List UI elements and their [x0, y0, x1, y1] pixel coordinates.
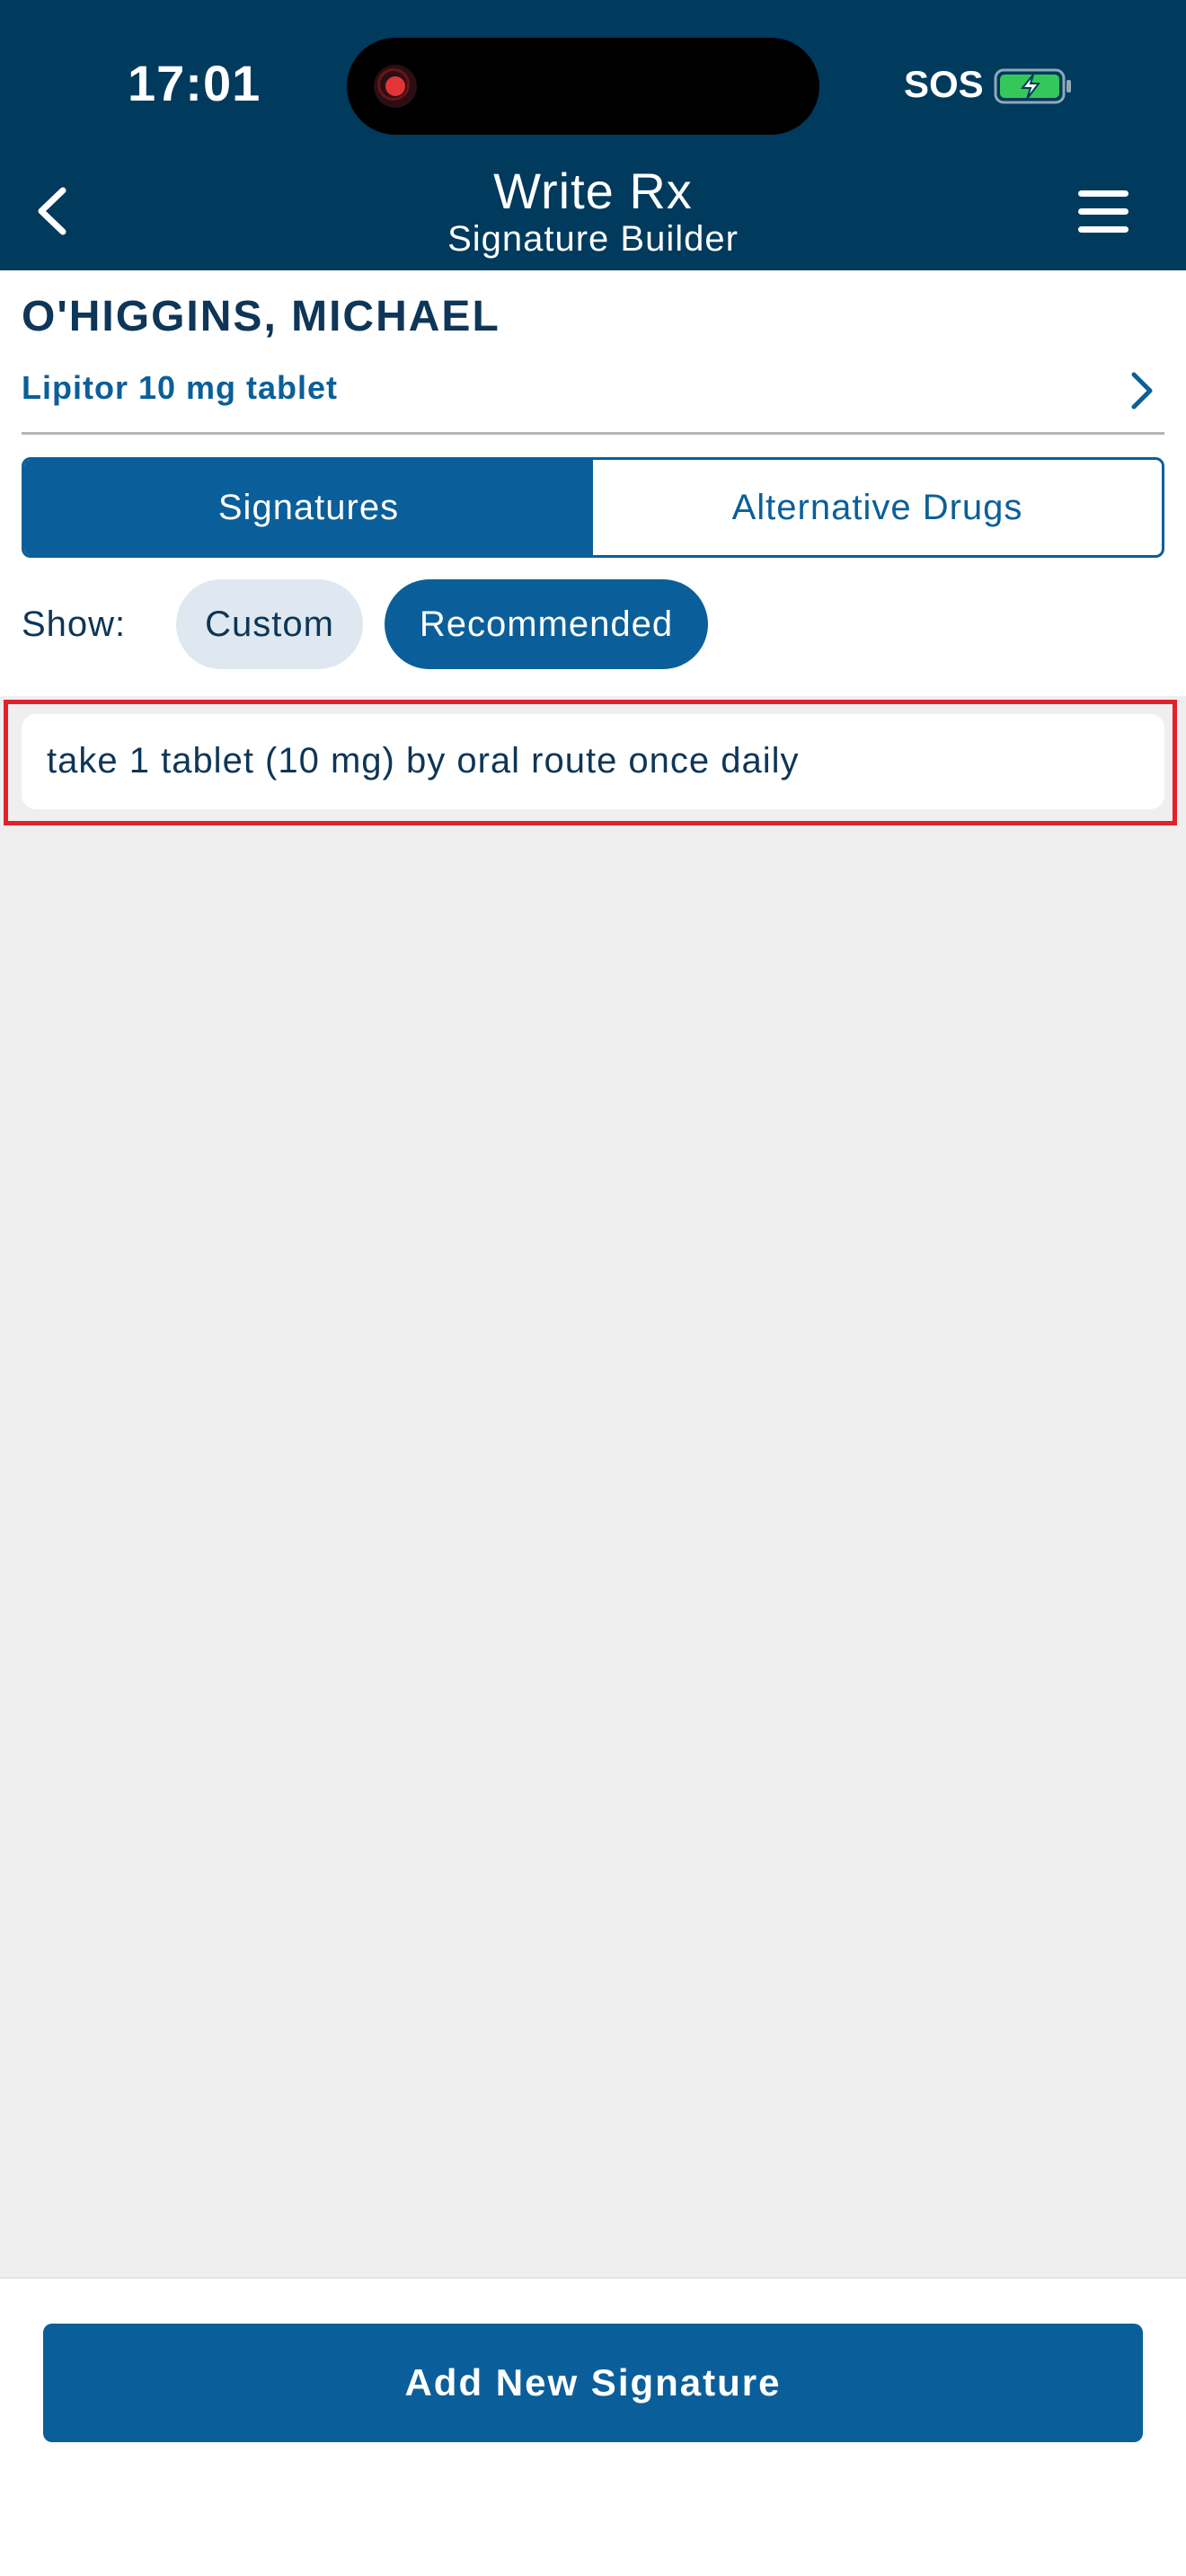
chevron-right-icon	[1131, 372, 1153, 410]
patient-name: O'HIGGINS, MICHAEL	[22, 293, 500, 340]
filter-label: Show:	[22, 604, 127, 644]
page-title: Write Rx	[493, 163, 693, 219]
hamburger-menu-icon	[1078, 190, 1128, 233]
drug-name: Lipitor 10 mg tablet	[22, 369, 339, 406]
status-time: 17:01	[128, 55, 261, 111]
patient-panel: O'HIGGINS, MICHAEL Lipitor 10 mg tablet …	[0, 270, 1186, 561]
tab-alternative-drugs[interactable]: Alternative Drugs	[593, 460, 1162, 555]
add-new-signature-button[interactable]: Add New Signature	[43, 2324, 1143, 2442]
tab-bar: Signatures Alternative Drugs	[22, 457, 1164, 558]
bottom-bar: Add New Signature	[0, 2277, 1186, 2576]
menu-button[interactable]	[1069, 185, 1137, 239]
tab-signatures[interactable]: Signatures	[24, 460, 593, 555]
divider	[22, 432, 1164, 435]
signature-list: take 1 tablet (10 mg) by oral route once…	[0, 696, 1186, 2277]
signature-text: take 1 tablet (10 mg) by oral route once…	[47, 741, 800, 781]
battery-charging-icon	[994, 68, 1071, 104]
app-header: 17:01 SOS Write Rx Signature Builder	[0, 0, 1186, 270]
record-icon	[374, 65, 417, 108]
filter-chip-custom[interactable]: Custom	[176, 579, 363, 669]
filter-chip-recommended[interactable]: Recommended	[385, 579, 708, 669]
drug-row[interactable]: Lipitor 10 mg tablet	[0, 357, 1186, 428]
filter-row: Show: Custom Recommended	[0, 561, 1186, 696]
page-subtitle: Signature Builder	[447, 219, 739, 259]
signature-item[interactable]: take 1 tablet (10 mg) by oral route once…	[22, 714, 1164, 809]
status-network: SOS	[904, 63, 984, 105]
dynamic-island	[347, 38, 819, 135]
